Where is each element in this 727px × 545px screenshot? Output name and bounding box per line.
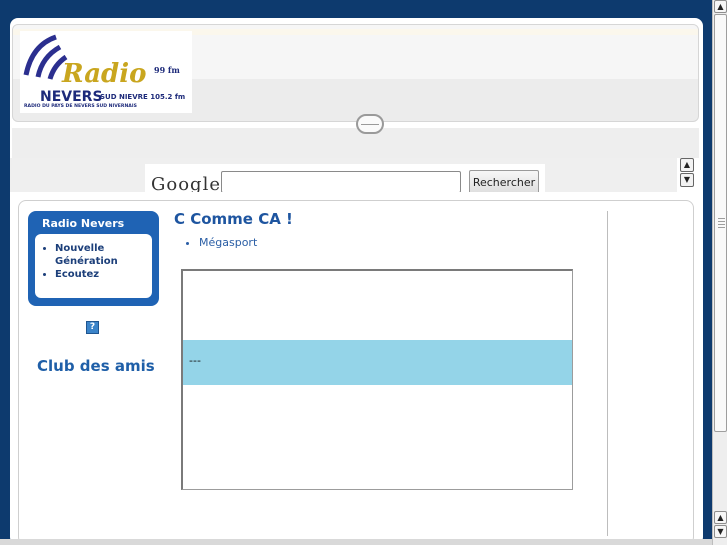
header-sub-band bbox=[12, 128, 699, 158]
scroll-up-arrow-bottom-icon[interactable]: ▲ bbox=[714, 511, 727, 524]
site-header: Radio 99 fm NEVERS SUD NIEVRE 105.2 fm R… bbox=[12, 24, 699, 122]
help-icon[interactable]: ? bbox=[86, 321, 99, 334]
logo-sud-nievre-text: SUD NIEVRE 105.2 fm bbox=[100, 93, 186, 101]
link-list: Mégasport bbox=[199, 236, 257, 249]
menu-item-ecoutez[interactable]: Ecoutez bbox=[55, 268, 152, 281]
logo-99fm-text: 99 fm bbox=[154, 65, 180, 75]
logo-nevers-text: NEVERS bbox=[40, 89, 103, 105]
search-button[interactable]: Rechercher bbox=[469, 170, 539, 192]
collapse-splitter-handle[interactable] bbox=[356, 114, 384, 134]
scroll-up-icon[interactable]: ▲ bbox=[680, 158, 694, 172]
scroll-up-arrow-icon[interactable]: ▲ bbox=[714, 0, 727, 13]
search-frame-scrollbar: ▲ ▼ bbox=[680, 158, 694, 188]
menu-title: Radio Nevers bbox=[42, 217, 125, 230]
page-scrollbar[interactable]: ▲ ▲ ▼ bbox=[712, 0, 727, 545]
horizontal-scroll-strip bbox=[0, 539, 712, 545]
google-search-bar: GoogleTM Rechercher bbox=[10, 158, 677, 192]
logo-radio-text: Radio bbox=[62, 59, 147, 89]
menu-list-box: Nouvelle Génération Ecoutez bbox=[35, 234, 152, 298]
radio-nevers-logo[interactable]: Radio 99 fm NEVERS SUD NIEVRE 105.2 fm R… bbox=[20, 31, 192, 113]
scrollbar-thumb[interactable] bbox=[714, 14, 727, 432]
scroll-down-arrow-icon[interactable]: ▼ bbox=[714, 525, 727, 538]
google-search-box: GoogleTM Rechercher bbox=[145, 164, 545, 192]
search-input[interactable] bbox=[221, 171, 461, 192]
logo-tagline-text: RADIO DU PAYS DE NEVERS SUD NIVERNAIS bbox=[24, 104, 137, 109]
main-content: Radio Nevers Nouvelle Génération Ecoutez… bbox=[18, 200, 694, 545]
club-des-amis-heading[interactable]: Club des amis bbox=[37, 357, 155, 375]
column-divider bbox=[607, 211, 608, 536]
content-panel: --- bbox=[181, 269, 573, 490]
scroll-down-icon[interactable]: ▼ bbox=[680, 173, 694, 187]
panel-highlight-row: --- bbox=[183, 340, 572, 385]
menu-item-nouvelle-generation[interactable]: Nouvelle Génération bbox=[55, 242, 152, 268]
scrollbar-grip-icon bbox=[718, 218, 725, 228]
link-megasport[interactable]: Mégasport bbox=[199, 236, 257, 249]
page-title: C Comme CA ! bbox=[174, 210, 293, 228]
radio-nevers-menu: Radio Nevers Nouvelle Génération Ecoutez bbox=[28, 211, 159, 306]
